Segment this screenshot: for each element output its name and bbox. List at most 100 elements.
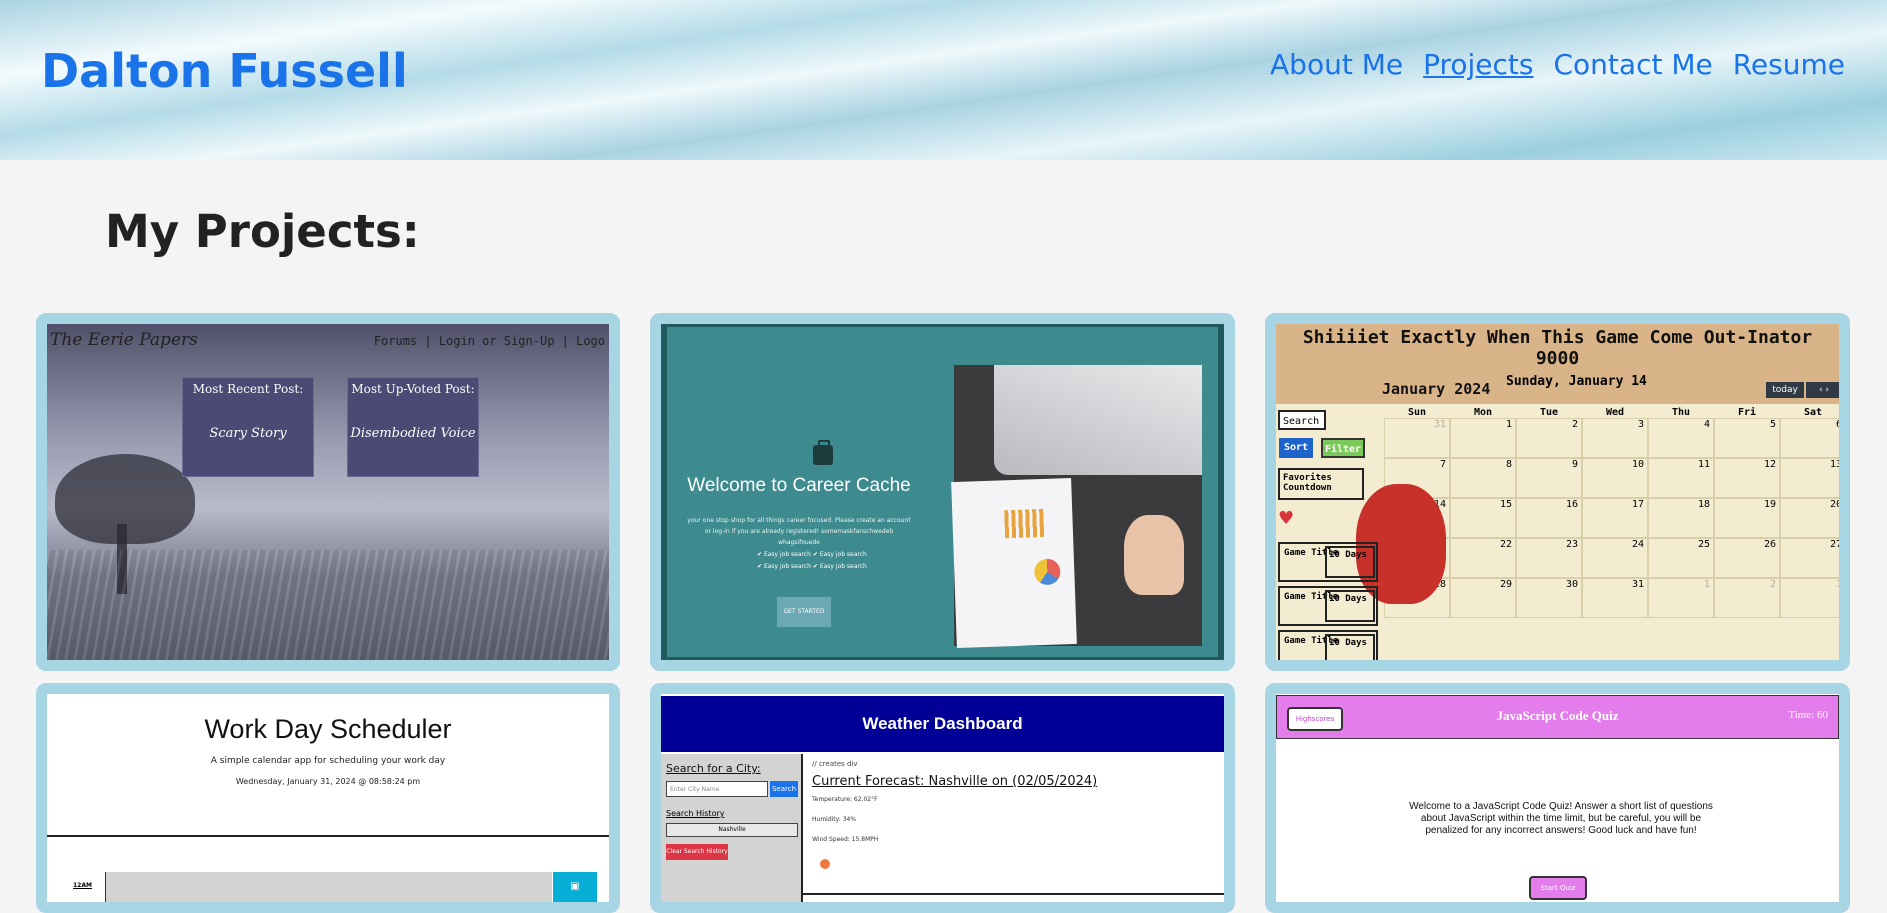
thumb-nav-arrows: ‹ › bbox=[1806, 382, 1839, 398]
nav-about-me[interactable]: About Me bbox=[1270, 48, 1403, 81]
site-title[interactable]: Dalton Fussell bbox=[41, 44, 408, 98]
project-thumbnail: Highscores JavaScript Code Quiz Time: 60… bbox=[1276, 694, 1839, 902]
calendar-weekdays: Sun Mon Tue Wed Thu Fri Sat bbox=[1384, 407, 1839, 418]
history-title: Search History bbox=[666, 809, 725, 818]
calendar-day: 3 bbox=[1780, 578, 1839, 618]
main-nav: About Me Projects Contact Me Resume bbox=[1270, 48, 1845, 81]
search-button: Search bbox=[770, 781, 798, 797]
project-card-eerie-papers[interactable]: The Eerie Papers Forums | Login or Sign-… bbox=[36, 313, 620, 671]
project-card-code-quiz[interactable]: Highscores JavaScript Code Quiz Time: 60… bbox=[1265, 683, 1850, 913]
calendar-day: 5 bbox=[1714, 418, 1780, 458]
calendar-weekday: Thu bbox=[1671, 407, 1691, 418]
calendar-day: 12 bbox=[1714, 458, 1780, 498]
recent-post-heading: Most Recent Post: bbox=[192, 382, 304, 396]
save-icon: ▣ bbox=[553, 872, 597, 902]
humidity: Humidity: 34% bbox=[812, 816, 857, 823]
divider bbox=[47, 835, 609, 837]
calendar-day: 22 bbox=[1450, 538, 1516, 578]
weather-icon bbox=[820, 859, 830, 869]
divider bbox=[801, 893, 1224, 895]
calendar-days: 3112345678910111213141516171819202122232… bbox=[1384, 418, 1839, 618]
upvoted-post-heading: Most Up-Voted Post: bbox=[351, 382, 475, 396]
calendar-weekday: Wed bbox=[1605, 407, 1625, 418]
thumb-date: Wednesday, January 31, 2024 @ 08:58:24 p… bbox=[235, 777, 421, 786]
calendar-day: 27 bbox=[1780, 538, 1839, 578]
calendar-weekday: Tue bbox=[1539, 407, 1559, 418]
calendar-day: 23 bbox=[1516, 538, 1582, 578]
thumb-get-started: GET STARTED bbox=[777, 597, 831, 627]
game-days: 10 Days bbox=[1325, 590, 1375, 622]
calendar-day: 29 bbox=[1450, 578, 1516, 618]
thumb-checklist: ✔ Easy job search ✔ Easy job search ✔ Ea… bbox=[757, 551, 867, 570]
nav-resume[interactable]: Resume bbox=[1733, 48, 1845, 81]
quiz-intro: Welcome to a JavaScript Code Quiz! Answe… bbox=[1409, 801, 1713, 836]
thumb-search: Search bbox=[1278, 410, 1326, 430]
forecast-panel: // creates div Current Forecast: Nashvil… bbox=[809, 754, 1224, 894]
calendar-day: 26 bbox=[1714, 538, 1780, 578]
calendar-day: 31 bbox=[1384, 418, 1450, 458]
nav-projects[interactable]: Projects bbox=[1423, 48, 1533, 81]
calendar-day: 25 bbox=[1648, 538, 1714, 578]
thumb-description: your one stop shop for all things career… bbox=[687, 517, 911, 546]
hour-label: 12AM bbox=[73, 882, 92, 889]
heart-icon: ♥ bbox=[1278, 508, 1295, 529]
quiz-timer: Time: 60 bbox=[1788, 709, 1828, 721]
upvoted-post-name: Disembodied Voice bbox=[350, 426, 476, 441]
project-thumbnail: Shiiiiet Exactly When This Game Come Out… bbox=[1276, 324, 1839, 660]
calendar-day: 8 bbox=[1450, 458, 1516, 498]
calendar-weekday: Fri bbox=[1737, 407, 1757, 418]
project-thumbnail: The Eerie Papers Forums | Login or Sign-… bbox=[47, 324, 609, 660]
calendar-weekday: Mon bbox=[1473, 407, 1493, 418]
wind-speed: Wind Speed: 15.8MPH bbox=[812, 836, 879, 843]
project-thumbnail: Weather Dashboard Search for a City: Ent… bbox=[661, 694, 1224, 902]
check-item: Easy job search bbox=[763, 551, 811, 558]
thumb-nav: Forums | Login or Sign-Up | Logo bbox=[373, 334, 605, 348]
start-quiz-button: Start Quiz bbox=[1529, 876, 1587, 900]
check-item: Easy job search bbox=[819, 563, 867, 570]
calendar-day: 3 bbox=[1582, 418, 1648, 458]
project-thumbnail: Welcome to Career Cache your one stop sh… bbox=[661, 324, 1224, 660]
project-card-weather-dashboard[interactable]: Weather Dashboard Search for a City: Ent… bbox=[650, 683, 1235, 913]
thumb-title: Work Day Scheduler bbox=[204, 714, 452, 744]
calendar-day: 20 bbox=[1780, 498, 1839, 538]
calendar-grid: Sun Mon Tue Wed Thu Fri Sat 31 1 2 3 4 5 6 7 8 9 10 11 12 1… bbox=[1384, 407, 1839, 647]
quiz-title: JavaScript Code Quiz bbox=[1496, 708, 1619, 723]
section-title: My Projects: bbox=[105, 205, 420, 258]
calendar-day: 30 bbox=[1516, 578, 1582, 618]
project-card-work-day-scheduler[interactable]: Work Day Scheduler A simple calendar app… bbox=[36, 683, 620, 913]
calendar-day: 2 bbox=[1714, 578, 1780, 618]
calendar-day: 24 bbox=[1582, 538, 1648, 578]
city-input: Enter City Name bbox=[666, 781, 768, 797]
upvoted-post-box: Most Up-Voted Post: Disembodied Voice bbox=[347, 377, 479, 477]
calendar-weekday: Sun bbox=[1407, 407, 1427, 418]
calendar-day: 19 bbox=[1714, 498, 1780, 538]
calendar-day: 31 bbox=[1582, 578, 1648, 618]
calendar-weekday: Sat bbox=[1803, 407, 1823, 418]
calendar-day: 1 bbox=[1450, 418, 1516, 458]
recent-post-name: Scary Story bbox=[209, 426, 287, 441]
thumb-banner: Weather Dashboard bbox=[661, 696, 1224, 752]
thumb-welcome: Welcome to Career Cache bbox=[687, 475, 911, 496]
thumb-sidebar: Search for a City: Enter City Name Searc… bbox=[661, 754, 803, 902]
project-card-career-cache[interactable]: Welcome to Career Cache your one stop sh… bbox=[650, 313, 1235, 671]
game-entry: Game Title 10 Days bbox=[1278, 630, 1378, 660]
time-block bbox=[105, 872, 552, 902]
thumb-day: Sunday, January 14 bbox=[1506, 374, 1647, 389]
history-item: Nashville bbox=[666, 823, 798, 837]
thumb-subtitle: A simple calendar app for scheduling you… bbox=[210, 756, 446, 766]
site-header: Dalton Fussell About Me Projects Contact… bbox=[0, 0, 1887, 160]
calendar-day: 17 bbox=[1582, 498, 1648, 538]
bar-graphic bbox=[1004, 508, 1046, 539]
calendar-day: 15 bbox=[1450, 498, 1516, 538]
nav-contact-me[interactable]: Contact Me bbox=[1554, 48, 1713, 81]
calendar-day: 9 bbox=[1516, 458, 1582, 498]
thumb-favorites: Favorites Countdown bbox=[1278, 468, 1364, 500]
calendar-day: 13 bbox=[1780, 458, 1839, 498]
project-thumbnail: Work Day Scheduler A simple calendar app… bbox=[47, 694, 609, 902]
thumb-background: Welcome to Career Cache your one stop sh… bbox=[667, 327, 1218, 657]
thumb-title: Shiiiiet Exactly When This Game Come Out… bbox=[1302, 327, 1813, 369]
thumb-filter-button: Filter bbox=[1321, 438, 1365, 458]
field-ground bbox=[47, 550, 609, 660]
check-item: Easy job search bbox=[819, 551, 867, 558]
project-card-game-release[interactable]: Shiiiiet Exactly When This Game Come Out… bbox=[1265, 313, 1850, 671]
